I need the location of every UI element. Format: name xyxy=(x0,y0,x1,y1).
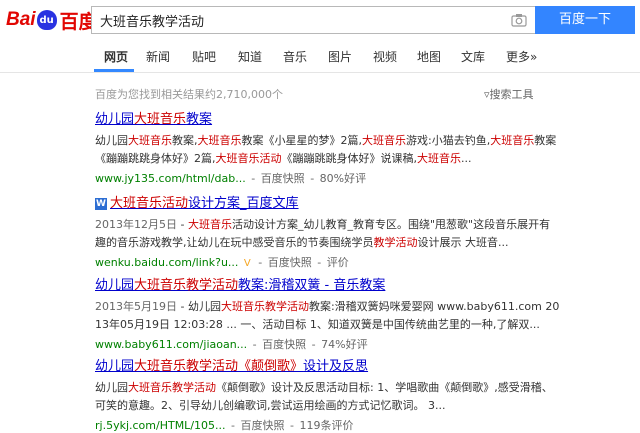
snapshot-link[interactable]: 百度快照 xyxy=(261,172,305,185)
separator: - xyxy=(251,172,256,185)
separator: - xyxy=(231,419,235,432)
result-stats: 百度为您找到相关结果约2,710,000个 xyxy=(95,88,283,101)
result-title[interactable]: 幼儿园大班音乐教学活动教案:滑稽双簧 - 音乐教案 xyxy=(95,274,560,293)
rating-link[interactable]: 119条评价 xyxy=(299,419,353,432)
verified-v-icon: V xyxy=(243,258,251,269)
search-tools[interactable]: ▿搜索工具 xyxy=(484,86,534,102)
result-url-line: www.jy135.com/html/dab... - 百度快照 - 80%好评 xyxy=(95,170,560,186)
result-url[interactable]: www.jy135.com/html/dab... xyxy=(95,172,246,185)
search-result: 幼儿园大班音乐教学活动教案:滑稽双簧 - 音乐教案 2013年5月19日 - 幼… xyxy=(95,274,560,352)
active-tab-indicator xyxy=(94,69,134,72)
paw-icon: du xyxy=(36,10,57,30)
logo-text-bai: Bai xyxy=(6,9,36,30)
tab-video[interactable]: 视频 xyxy=(373,48,397,65)
wenku-icon: W xyxy=(95,198,107,210)
result-abstract: 幼儿园大班音乐教学活动《颠倒歌》设计及反思活动目标: 1、学唱歌曲《颠倒歌》,感… xyxy=(95,381,553,412)
search-result: 幼儿园大班音乐教学活动《颠倒歌》设计及反思 幼儿园大班音乐教学活动《颠倒歌》设计… xyxy=(95,355,560,433)
separator: - xyxy=(252,338,257,351)
separator: - xyxy=(311,338,316,351)
rating-link[interactable]: 74%好评 xyxy=(321,338,367,351)
snapshot-link[interactable]: 百度快照 xyxy=(262,338,306,351)
result-title[interactable]: W 大班音乐活动设计方案_百度文库 xyxy=(95,192,560,211)
result-date: 2013年12月5日 xyxy=(95,218,177,231)
result-url-line: www.baby611.com/jiaoan... - 百度快照 - 74%好评 xyxy=(95,336,560,352)
rating-link[interactable]: 80%好评 xyxy=(320,172,366,185)
tab-more[interactable]: 更多» xyxy=(506,48,537,65)
tab-wenku[interactable]: 文库 xyxy=(461,48,485,65)
separator: - xyxy=(290,419,294,432)
result-url-line: wenku.baidu.com/link?u... V - 百度快照 - 评价 xyxy=(95,254,560,270)
result-abstract: 2013年5月19日 - 幼儿园大班音乐教学活动教案:滑稽双簧妈咪爱婴网 www… xyxy=(95,300,560,331)
search-result: W 大班音乐活动设计方案_百度文库 2013年12月5日 - 大班音乐活动设计方案… xyxy=(95,192,560,270)
result-abstract: 幼儿园大班音乐教案,大班音乐教案《小星星的梦》2篇,大班音乐游戏:小猫去钓鱼,大… xyxy=(95,134,557,165)
snapshot-link[interactable]: 百度快照 xyxy=(268,256,312,269)
header: Bai du 百度 百度一下 xyxy=(0,0,640,40)
result-url[interactable]: www.baby611.com/jiaoan... xyxy=(95,338,247,351)
result-abstract: 2013年12月5日 - 大班音乐活动设计方案_幼儿教育_教育专区。围绕"甩葱歌… xyxy=(95,218,551,249)
result-url[interactable]: wenku.baidu.com/link?u... xyxy=(95,256,238,269)
result-url[interactable]: rj.5ykj.com/HTML/105... xyxy=(95,419,226,432)
tab-tieba[interactable]: 贴吧 xyxy=(192,48,216,65)
search-box xyxy=(91,6,535,34)
tab-images[interactable]: 图片 xyxy=(328,48,352,65)
tab-map[interactable]: 地图 xyxy=(417,48,441,65)
tab-news[interactable]: 新闻 xyxy=(146,48,170,65)
separator: - xyxy=(310,172,315,185)
search-tools-label: 搜索工具 xyxy=(489,88,534,101)
separator: - xyxy=(258,256,263,269)
snapshot-link[interactable]: 百度快照 xyxy=(241,419,285,432)
result-title[interactable]: 幼儿园大班音乐教案 xyxy=(95,108,560,127)
search-result: 幼儿园大班音乐教案 幼儿园大班音乐教案,大班音乐教案《小星星的梦》2篇,大班音乐… xyxy=(95,108,560,186)
tab-web[interactable]: 网页 xyxy=(104,48,128,65)
separator: - xyxy=(317,256,322,269)
camera-icon[interactable] xyxy=(511,13,527,27)
baidu-logo[interactable]: Bai du 百度 xyxy=(6,6,98,34)
rating-link[interactable]: 评价 xyxy=(327,256,349,269)
tab-zhidao[interactable]: 知道 xyxy=(238,48,262,65)
result-date: 2013年5月19日 xyxy=(95,300,177,313)
tab-music[interactable]: 音乐 xyxy=(283,48,307,65)
search-input[interactable] xyxy=(92,7,508,33)
search-button[interactable]: 百度一下 xyxy=(535,6,635,34)
result-title[interactable]: 幼儿园大班音乐教学活动《颠倒歌》设计及反思 xyxy=(95,355,560,374)
result-url-line: rj.5ykj.com/HTML/105... - 百度快照 - 119条评价 xyxy=(95,417,560,433)
